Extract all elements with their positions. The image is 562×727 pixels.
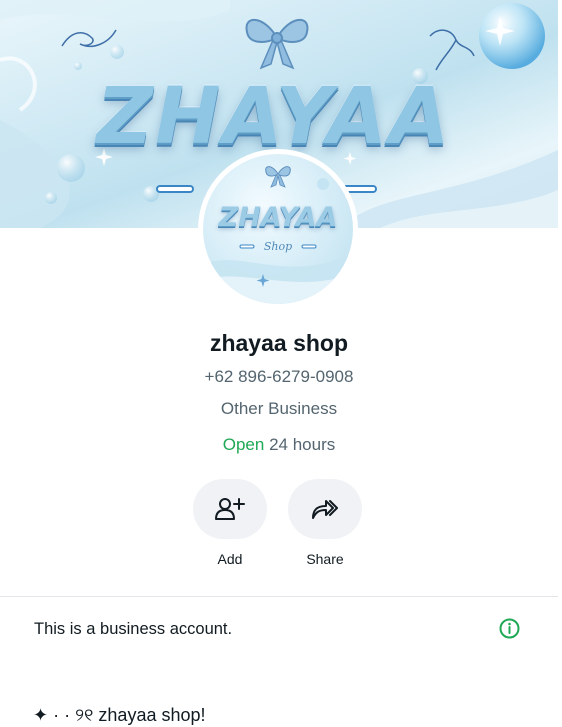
avatar-logo-text: ZHAYAA xyxy=(218,202,338,233)
profile-phone[interactable]: +62 896-6279-0908 xyxy=(0,367,558,387)
business-category: Other Business xyxy=(220,399,338,418)
section-divider xyxy=(0,596,558,597)
share-button[interactable] xyxy=(288,479,362,539)
business-hours: Open 24 hours xyxy=(0,435,558,455)
profile-avatar[interactable]: ZHAYAA Shop xyxy=(198,149,358,309)
avatar-logo-sub: Shop xyxy=(263,240,293,253)
hours-status: Open xyxy=(222,435,265,454)
hours-text: 24 hours xyxy=(269,435,336,454)
add-contact-icon xyxy=(215,498,245,520)
business-account-notice[interactable]: This is a business account. xyxy=(34,620,232,639)
share-label: Share xyxy=(306,551,344,567)
profile-name: zhayaa shop xyxy=(209,330,349,356)
share-action[interactable]: Share xyxy=(287,479,363,567)
add-contact-action[interactable]: Add xyxy=(192,479,268,567)
about-text: ✦ · · ୨୧ zhayaa shop! xyxy=(33,705,206,725)
share-forward-icon xyxy=(312,500,338,519)
avatar-image: ZHAYAA Shop xyxy=(203,154,353,304)
info-icon[interactable] xyxy=(499,618,520,639)
add-contact-label: Add xyxy=(217,551,243,567)
add-contact-button[interactable] xyxy=(193,479,267,539)
